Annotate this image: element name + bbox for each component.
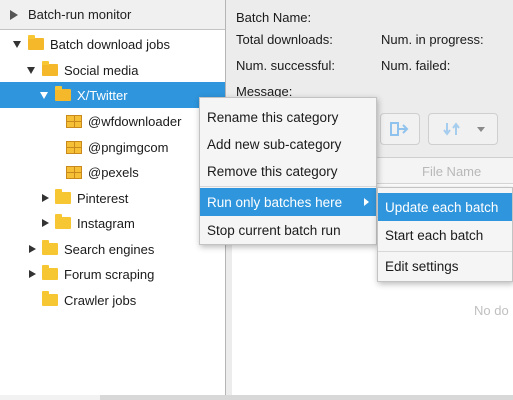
empty-table-text: No do <box>474 303 509 318</box>
tree-node-label: Batch download jobs <box>50 36 170 52</box>
expand-arrow-icon[interactable] <box>42 219 49 227</box>
batch-tree-panel: Batch-run monitor Batch download jobs So… <box>0 0 226 395</box>
tree-node-label: Instagram <box>77 215 135 231</box>
folder-icon <box>55 214 71 229</box>
bottom-strip-segment <box>0 395 100 400</box>
batch-grid-icon <box>66 140 82 154</box>
category-context-menu: Rename this category Add new sub-categor… <box>199 97 377 245</box>
tree-node-label: Forum scraping <box>64 266 155 282</box>
collapse-arrow-icon[interactable] <box>13 40 21 48</box>
folder-icon <box>55 189 71 204</box>
tree-node-pngimgcom[interactable]: @pngimgcom <box>0 134 225 160</box>
refresh-dropdown-button[interactable] <box>428 113 498 145</box>
expand-arrow-icon[interactable] <box>42 194 49 202</box>
tree-node-social-media[interactable]: Social media <box>0 57 225 83</box>
expand-arrow-icon[interactable] <box>29 245 36 253</box>
export-button[interactable] <box>380 113 420 145</box>
menu-item-label: Rename this category <box>207 109 339 125</box>
tree-node-pinterest[interactable]: Pinterest <box>0 185 225 211</box>
submenu-arrow-icon <box>364 198 369 206</box>
tree-node-label: Social media <box>64 62 139 78</box>
tree-node-label: Crawler jobs <box>64 292 137 308</box>
menu-item-label: Start each batch <box>385 227 484 243</box>
tree-node-label: Pinterest <box>77 190 129 206</box>
export-icon <box>390 122 409 136</box>
batch-run-monitor-header[interactable]: Batch-run monitor <box>0 0 225 30</box>
refresh-icon <box>443 122 460 136</box>
menu-item-label: Edit settings <box>385 258 459 274</box>
tree-node-label: X/Twitter <box>77 87 128 103</box>
submenu-item-update-each-batch[interactable]: Update each batch <box>378 193 512 221</box>
folder-icon <box>42 291 58 306</box>
batch-grid-icon <box>66 114 82 128</box>
menu-item-label: Remove this category <box>207 163 338 179</box>
menu-item-stop-batch-run[interactable]: Stop current batch run <box>200 216 376 244</box>
menu-separator <box>200 186 376 187</box>
folder-icon <box>42 61 58 76</box>
tree-node-label: @wfdownloader <box>88 113 182 129</box>
total-downloads-label: Total downloads: <box>236 32 333 47</box>
menu-item-label: Update each batch <box>385 199 499 215</box>
tree-node-wfdownloader[interactable]: @wfdownloader <box>0 108 225 134</box>
tree-node-search-engines[interactable]: Search engines <box>0 236 225 262</box>
batch-grid-icon <box>66 165 82 179</box>
expand-arrow-icon[interactable] <box>29 270 36 278</box>
menu-item-remove-category[interactable]: Remove this category <box>200 157 376 185</box>
folder-icon <box>55 86 71 101</box>
chevron-down-icon <box>477 126 485 132</box>
tree-node-label: Search engines <box>64 241 155 257</box>
bottom-status-strip <box>0 395 513 400</box>
collapse-arrow-icon[interactable] <box>40 91 48 99</box>
tree-node-label: @pexels <box>88 164 139 180</box>
menu-item-label: Stop current batch run <box>207 222 341 238</box>
tree-node-crawler-jobs[interactable]: Crawler jobs <box>0 287 225 313</box>
failed-label: Num. failed: <box>381 58 451 73</box>
tree-node-forum-scraping[interactable]: Forum scraping <box>0 261 225 287</box>
submenu-item-start-each-batch[interactable]: Start each batch <box>378 221 512 249</box>
menu-item-add-sub-category[interactable]: Add new sub-category <box>200 130 376 158</box>
panel-header-label: Batch-run monitor <box>28 7 132 22</box>
submenu-item-edit-settings[interactable]: Edit settings <box>378 252 512 280</box>
tree-node-instagram[interactable]: Instagram <box>0 210 225 236</box>
menu-item-run-only-batches-here[interactable]: Run only batches here <box>200 188 376 216</box>
menu-item-label: Run only batches here <box>207 194 343 210</box>
expand-triangle-icon <box>10 9 18 20</box>
menu-item-rename-category[interactable]: Rename this category <box>200 103 376 131</box>
tree-node-x-twitter[interactable]: X/Twitter <box>0 82 225 108</box>
folder-icon <box>42 265 58 280</box>
folder-icon <box>28 35 44 50</box>
tree-node-label: @pngimgcom <box>88 139 169 155</box>
successful-label: Num. successful: <box>236 58 335 73</box>
tree-node-batch-download-jobs[interactable]: Batch download jobs <box>0 31 225 57</box>
batch-name-label: Batch Name: <box>236 10 312 25</box>
menu-item-label: Add new sub-category <box>207 136 342 152</box>
run-batches-submenu: Update each batch Start each batch Edit … <box>377 187 513 282</box>
folder-icon <box>42 240 58 255</box>
column-header-file-name[interactable]: File Name <box>422 164 481 179</box>
collapse-arrow-icon[interactable] <box>27 66 35 74</box>
tree-node-pexels[interactable]: @pexels <box>0 159 225 185</box>
in-progress-label: Num. in progress: <box>381 32 484 47</box>
